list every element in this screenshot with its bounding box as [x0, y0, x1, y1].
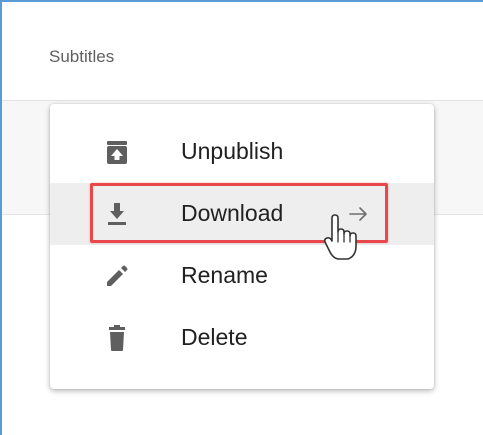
- panel-header: Subtitles: [2, 2, 483, 101]
- unpublish-icon: [102, 137, 132, 167]
- context-menu: Unpublish Download Rename Delete: [50, 104, 434, 389]
- menu-item-unpublish[interactable]: Unpublish: [50, 121, 434, 183]
- menu-item-label: Rename: [181, 262, 268, 288]
- menu-item-delete[interactable]: Delete: [50, 307, 434, 369]
- window: Subtitles Unpublish Download Rename Dele…: [0, 0, 483, 435]
- panel-title: Subtitles: [49, 47, 115, 66]
- menu-item-label: Delete: [181, 324, 248, 350]
- menu-item-label: Unpublish: [181, 138, 284, 164]
- menu-item-rename[interactable]: Rename: [50, 245, 434, 307]
- pencil-icon: [102, 261, 132, 291]
- hand-pointer-icon: [322, 214, 358, 262]
- trash-icon: [102, 323, 132, 353]
